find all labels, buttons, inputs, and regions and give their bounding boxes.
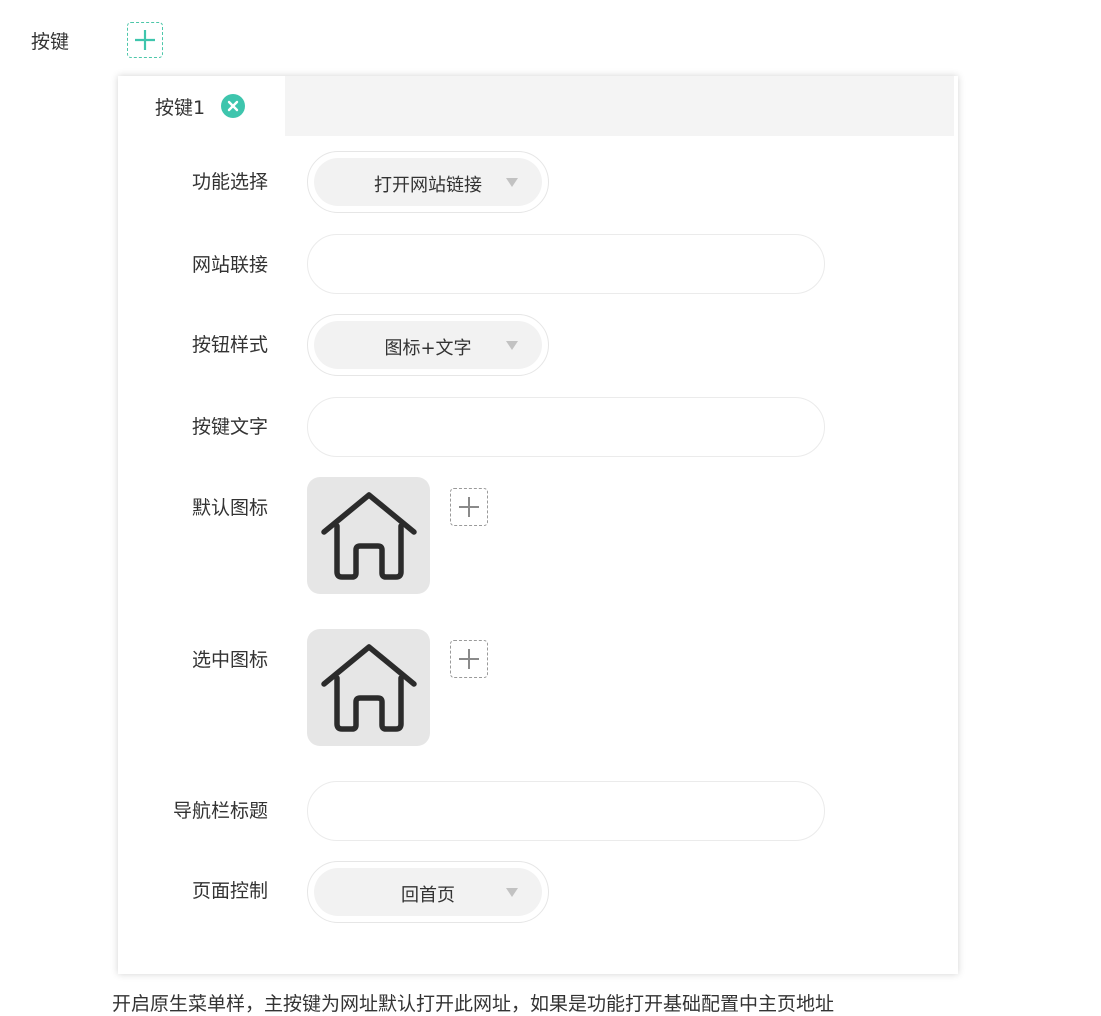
footer-description: 开启原生菜单样，主按键为网址默认打开此网址，如果是功能打开基础配置中主页地址 (112, 993, 835, 1015)
section-label: 按键 (31, 31, 70, 53)
tab-button-1[interactable]: 按键1 (118, 76, 285, 136)
tab-label: 按键1 (155, 96, 206, 119)
add-selected-icon-button[interactable] (450, 640, 488, 678)
function-select[interactable]: 打开网站链接 (307, 151, 549, 213)
page-control-label: 页面控制 (191, 880, 268, 902)
button-config-panel: 按键1 功能选择 打开网站链接 网站联接 按钮样式 图标+文字 按键文字 默认图… (118, 76, 958, 974)
chevron-down-icon (506, 341, 518, 350)
button-text-input[interactable] (307, 397, 825, 457)
nav-title-label: 导航栏标题 (172, 800, 268, 822)
close-icon[interactable] (221, 94, 246, 118)
plus-icon (459, 649, 479, 669)
website-input[interactable] (307, 234, 825, 294)
selected-icon-preview[interactable] (307, 629, 430, 746)
website-label: 网站联接 (191, 254, 268, 276)
home-icon (320, 643, 417, 732)
button-style-label: 按钮样式 (191, 334, 268, 356)
default-icon-label: 默认图标 (191, 497, 268, 519)
tab-bar: 按键1 (118, 76, 954, 136)
nav-title-input[interactable] (307, 781, 825, 841)
button-style-select[interactable]: 图标+文字 (307, 314, 549, 376)
add-button-button[interactable] (127, 22, 163, 58)
add-default-icon-button[interactable] (450, 488, 488, 526)
selected-icon-label: 选中图标 (191, 649, 268, 671)
default-icon-preview[interactable] (307, 477, 430, 594)
button-text-label: 按键文字 (191, 416, 268, 438)
chevron-down-icon (506, 178, 518, 187)
function-label: 功能选择 (191, 171, 268, 193)
page-control-select[interactable]: 回首页 (307, 861, 549, 923)
chevron-down-icon (506, 888, 518, 897)
plus-icon (459, 497, 479, 517)
home-icon (320, 491, 417, 580)
plus-icon (135, 30, 155, 50)
